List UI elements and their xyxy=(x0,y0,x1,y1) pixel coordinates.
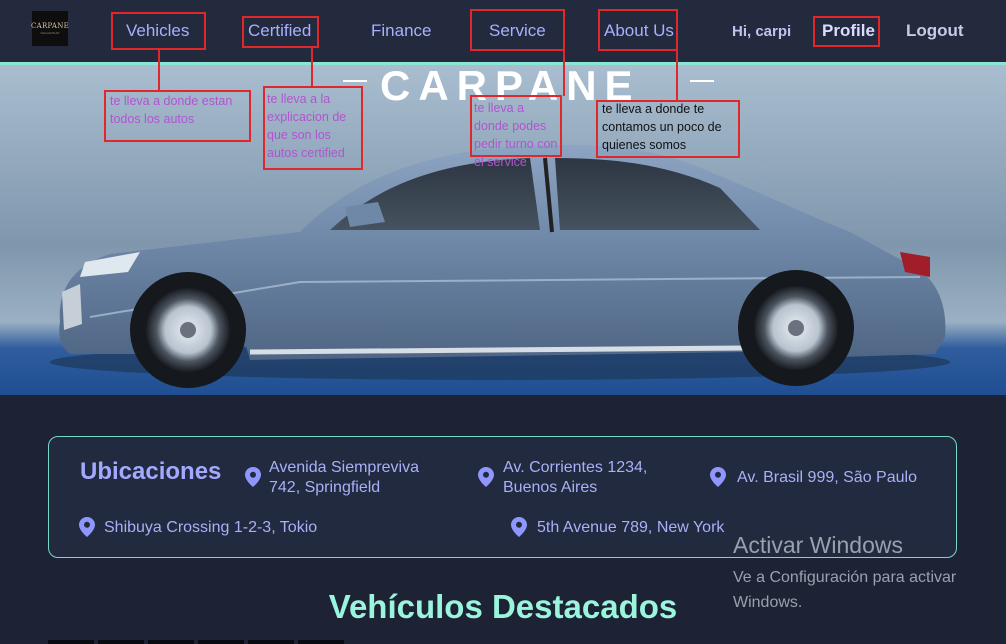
user-greeting: Hi, carpi xyxy=(732,23,792,40)
annotation-box-about xyxy=(598,9,678,51)
brand-dash-left xyxy=(343,80,367,82)
annotation-line-about xyxy=(676,51,678,101)
location-item: Avenida Siempreviva 742, Springfield xyxy=(269,459,420,496)
annotation-line-vehicles xyxy=(158,50,160,92)
featured-card-edge xyxy=(198,640,244,644)
location-pin-icon xyxy=(79,517,95,537)
featured-card-edge xyxy=(98,640,144,644)
location-pin-icon xyxy=(245,467,261,487)
logout-button[interactable]: Logout xyxy=(906,21,964,41)
windows-activation-title: Activar Windows xyxy=(733,532,903,558)
featured-card-edge xyxy=(148,640,194,644)
windows-activation-subtitle: Ve a Configuración para activar Windows. xyxy=(733,569,957,611)
location-pin-icon xyxy=(511,517,527,537)
location-item: 5th Avenue 789, New York xyxy=(537,519,725,536)
featured-card-edge xyxy=(298,640,344,644)
locations-title: Ubicaciones xyxy=(80,458,222,485)
annotation-text-about: te lleva a donde te contamos un poco de … xyxy=(602,102,722,152)
brand-dash-right xyxy=(690,80,714,82)
annotation-text-vehicles: te lleva a donde estan todos los autos xyxy=(110,94,233,126)
annotation-text-certified: te lleva a la explicacion de que son los… xyxy=(267,92,347,160)
location-item: Shibuya Crossing 1-2-3, Tokio xyxy=(104,519,318,536)
location-pin-icon xyxy=(710,467,726,487)
annotation-box-vehicles xyxy=(111,12,206,50)
location-pin-icon xyxy=(478,467,494,487)
location-item: Av. Brasil 999, São Paulo xyxy=(737,469,917,486)
nav-link-finance[interactable]: Finance xyxy=(371,21,431,41)
logo-text: CARPANE xyxy=(30,22,70,30)
featured-card-edge xyxy=(248,640,294,644)
annotation-box-service xyxy=(470,9,565,51)
annotation-box-certified xyxy=(242,16,319,48)
annotation-line-certified xyxy=(311,48,313,88)
featured-card-edge xyxy=(48,640,94,644)
logo-subtext: DEALERSHIP xyxy=(40,31,60,35)
annotation-line-service xyxy=(563,51,565,96)
location-item: Av. Corrientes 1234, Buenos Aires xyxy=(503,459,648,496)
brand-logo[interactable]: CARPANE DEALERSHIP xyxy=(30,11,70,46)
annotation-text-service: te lleva a donde podes pedir turno con e… xyxy=(474,101,558,169)
annotation-box-profile xyxy=(813,16,880,47)
